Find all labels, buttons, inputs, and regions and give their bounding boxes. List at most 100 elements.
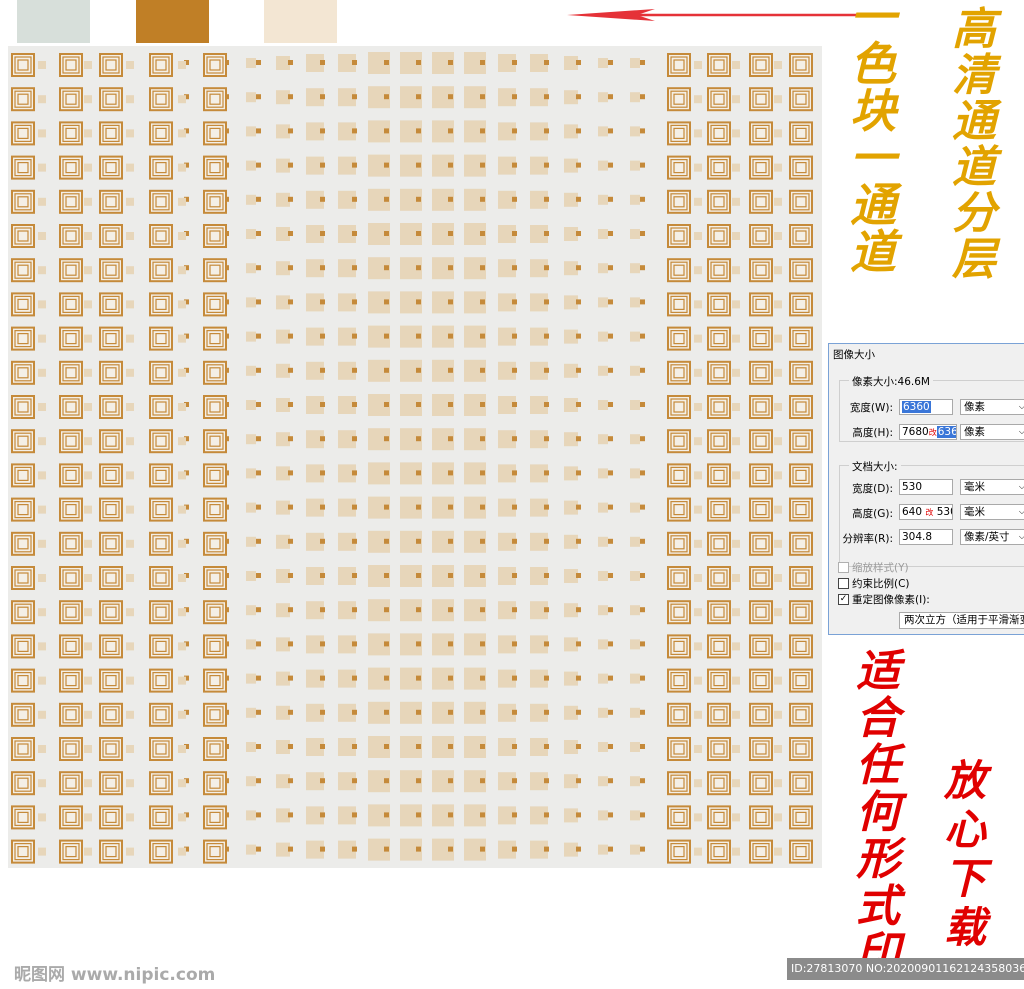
beige-square bbox=[598, 673, 608, 684]
width-unit-select[interactable]: 像素 ⌵ bbox=[960, 399, 1024, 415]
doc-width-unit: 毫米 bbox=[964, 481, 985, 493]
concentric-square-icon bbox=[789, 771, 813, 796]
beige-small-square bbox=[732, 847, 740, 856]
concentric-square-icon bbox=[707, 429, 731, 454]
gold-dot bbox=[416, 709, 421, 715]
gold-dot bbox=[288, 538, 293, 544]
gold-dot bbox=[256, 402, 261, 407]
resolution-unit-select[interactable]: 像素/英寸 ⌵ bbox=[960, 529, 1024, 545]
document-size-label: 文档大小: bbox=[849, 459, 901, 474]
beige-small-square bbox=[774, 710, 782, 719]
beige-small-square bbox=[694, 642, 702, 651]
concentric-square-icon bbox=[667, 839, 691, 864]
gold-dot bbox=[288, 367, 293, 373]
gold-dot bbox=[384, 573, 389, 578]
doc-height-unit-select[interactable]: 毫米 ⌵ bbox=[960, 504, 1024, 520]
concentric-square-icon bbox=[59, 258, 83, 283]
concentric-square-icon bbox=[59, 429, 83, 454]
beige-small-square bbox=[178, 676, 186, 685]
resample-checkbox[interactable]: ✓ 重定图像像素(I): bbox=[838, 592, 930, 607]
concentric-square-icon bbox=[749, 395, 773, 419]
gold-dot bbox=[544, 299, 549, 305]
height-unit-select[interactable]: 像素 ⌵ bbox=[960, 424, 1024, 440]
beige-square bbox=[564, 466, 578, 481]
gold-dot bbox=[288, 675, 293, 681]
gold-dot bbox=[480, 846, 485, 852]
beige-square bbox=[630, 844, 640, 855]
beige-square bbox=[276, 227, 290, 241]
beige-square bbox=[276, 124, 290, 139]
beige-small-square bbox=[84, 368, 92, 377]
beige-small-square bbox=[38, 505, 46, 514]
beige-small-square bbox=[178, 266, 186, 275]
doc-width-input[interactable]: 530 bbox=[899, 479, 953, 495]
concentric-square-icon bbox=[149, 600, 173, 625]
concentric-square-icon bbox=[789, 121, 813, 146]
beige-square bbox=[598, 58, 608, 68]
gold-dot bbox=[640, 128, 645, 134]
beige-square bbox=[276, 740, 290, 754]
concentric-square-icon bbox=[707, 839, 731, 864]
concentric-square-icon bbox=[99, 292, 123, 317]
gold-dot bbox=[416, 778, 421, 784]
concentric-square-icon bbox=[149, 737, 173, 761]
concentric-square-icon bbox=[59, 360, 83, 385]
beige-square bbox=[276, 705, 290, 720]
gold-dot bbox=[576, 607, 581, 613]
gold-dot bbox=[640, 402, 645, 407]
concentric-square-icon bbox=[99, 839, 123, 864]
concentric-square-icon bbox=[11, 87, 35, 112]
concentric-square-icon bbox=[149, 53, 173, 77]
concentric-square-icon bbox=[99, 463, 123, 488]
concentric-square-icon bbox=[707, 463, 731, 488]
width-input[interactable]: 6360 bbox=[899, 399, 953, 415]
beige-square bbox=[276, 534, 290, 549]
beige-square bbox=[246, 365, 256, 376]
gold-dot bbox=[288, 162, 293, 168]
promo-bottom-right-char: 下 bbox=[944, 854, 987, 903]
doc-width-value: 530 bbox=[902, 481, 923, 493]
gold-dot bbox=[576, 299, 581, 305]
beige-small-square bbox=[38, 232, 46, 240]
gold-dot bbox=[320, 744, 325, 749]
concentric-square-icon bbox=[667, 87, 691, 112]
gold-dot bbox=[608, 333, 613, 339]
gold-dot bbox=[448, 504, 453, 510]
gold-dot bbox=[448, 299, 453, 305]
gold-dot bbox=[576, 538, 581, 544]
gold-dot bbox=[608, 812, 613, 818]
beige-small-square bbox=[126, 163, 134, 172]
gold-dot bbox=[256, 641, 261, 647]
gold-dot bbox=[544, 709, 549, 715]
beige-small-square bbox=[694, 129, 702, 138]
concentric-square-icon bbox=[707, 600, 731, 625]
concentric-square-icon bbox=[11, 634, 35, 659]
concentric-square-icon bbox=[707, 395, 731, 419]
beige-small-square bbox=[38, 61, 46, 69]
gold-dot bbox=[576, 846, 581, 852]
resample-method: 两次立方（适用于平滑渐变 bbox=[904, 614, 1024, 626]
beige-small-square bbox=[38, 266, 46, 275]
gold-dot bbox=[576, 675, 581, 681]
beige-small-square bbox=[178, 334, 186, 343]
concentric-square-icon bbox=[789, 634, 813, 659]
gold-dot bbox=[608, 675, 613, 681]
concentric-square-icon bbox=[203, 839, 227, 864]
doc-width-unit-select[interactable]: 毫米 ⌵ bbox=[960, 479, 1024, 495]
doc-height-input[interactable]: 640 改 530 bbox=[899, 504, 953, 520]
beige-small-square bbox=[178, 574, 186, 582]
gold-dot bbox=[256, 778, 261, 784]
resolution-input[interactable]: 304.8 bbox=[899, 529, 953, 545]
gold-dot bbox=[320, 299, 325, 305]
watermark-id: ID:27813070 NO:20200901162124358036 bbox=[791, 962, 1024, 975]
resample-method-select[interactable]: 两次立方（适用于平滑渐变 bbox=[899, 612, 1024, 629]
concentric-square-icon bbox=[749, 805, 773, 830]
constrain-checkbox[interactable]: 约束比例(C) bbox=[838, 576, 910, 591]
concentric-square-icon bbox=[749, 326, 773, 351]
gold-dot bbox=[480, 333, 485, 339]
gold-dot bbox=[288, 60, 293, 65]
gold-dot bbox=[640, 709, 645, 715]
gold-dot bbox=[416, 641, 421, 647]
height-input[interactable]: 7680改6360 bbox=[899, 424, 957, 440]
scale-styles-checkbox[interactable]: 缩放样式(Y) bbox=[838, 560, 909, 575]
